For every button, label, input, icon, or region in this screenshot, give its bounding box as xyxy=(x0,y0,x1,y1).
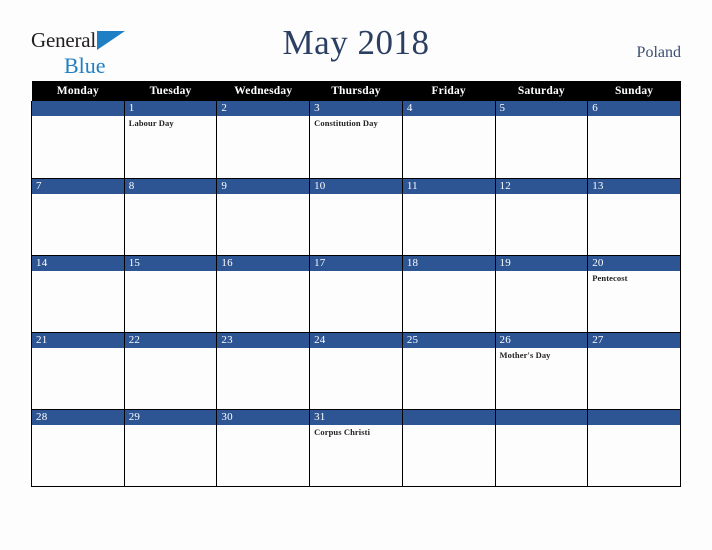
day-number: 7 xyxy=(32,178,124,194)
calendar-day-cell[interactable]: 15 xyxy=(123,255,218,333)
day-number: 22 xyxy=(124,332,217,348)
calendar-day-cell[interactable]: 25 xyxy=(401,332,496,410)
day-number: 19 xyxy=(495,255,588,271)
day-number: 24 xyxy=(310,332,402,348)
weekday-header-monday: Monday xyxy=(31,81,125,101)
day-number: 27 xyxy=(588,332,680,348)
day-number: 10 xyxy=(310,178,402,194)
calendar-week-row: 21 22 23 24 25 26 Mother's Day 27 xyxy=(31,332,681,410)
day-number: 28 xyxy=(32,409,124,425)
holiday-label: Pentecost xyxy=(592,272,628,283)
calendar-week-row: 28 29 30 31 Corpus Christi xyxy=(31,409,681,487)
day-number: 6 xyxy=(588,101,680,116)
day-number xyxy=(588,409,680,425)
calendar-day-cell[interactable]: 3 Constitution Day xyxy=(309,101,403,179)
calendar-day-cell[interactable]: 2 xyxy=(216,101,311,179)
day-number: 15 xyxy=(124,255,217,271)
weekday-header-wednesday: Wednesday xyxy=(216,81,310,101)
calendar-empty-cell[interactable] xyxy=(587,409,681,487)
calendar-day-cell[interactable]: 9 xyxy=(216,178,311,256)
calendar-day-cell[interactable]: 8 xyxy=(123,178,218,256)
calendar-day-cell[interactable]: 22 xyxy=(123,332,218,410)
day-number: 25 xyxy=(402,332,495,348)
day-number: 11 xyxy=(402,178,495,194)
country-label: Poland xyxy=(636,44,681,61)
calendar-day-cell[interactable]: 18 xyxy=(401,255,496,333)
day-number: 17 xyxy=(310,255,402,271)
calendar-day-cell[interactable]: 1 Labour Day xyxy=(123,101,218,179)
day-number xyxy=(495,409,588,425)
weekday-header-thursday: Thursday xyxy=(309,81,403,101)
holiday-label: Mother's Day xyxy=(499,349,551,360)
day-number: 12 xyxy=(495,178,588,194)
day-number: 30 xyxy=(217,409,310,425)
day-number: 4 xyxy=(402,101,495,116)
day-number: 29 xyxy=(124,409,217,425)
calendar-day-cell[interactable]: 10 xyxy=(309,178,403,256)
calendar-day-cell[interactable]: 21 xyxy=(31,332,125,410)
day-number: 18 xyxy=(402,255,495,271)
page-header: General Blue May 2018 Poland xyxy=(0,0,712,80)
weekday-header-tuesday: Tuesday xyxy=(124,81,217,101)
calendar-day-cell[interactable]: 5 xyxy=(494,101,589,179)
day-number: 14 xyxy=(32,255,124,271)
weekday-header-saturday: Saturday xyxy=(495,81,588,101)
day-number: 2 xyxy=(217,101,310,116)
day-number: 26 xyxy=(495,332,588,348)
calendar-day-cell[interactable]: 20 Pentecost xyxy=(587,255,681,333)
day-number xyxy=(32,101,124,116)
calendar-day-cell[interactable]: 16 xyxy=(216,255,311,333)
day-number xyxy=(402,409,495,425)
day-number: 21 xyxy=(32,332,124,348)
day-number: 8 xyxy=(124,178,217,194)
day-number: 1 xyxy=(124,101,217,116)
day-number: 3 xyxy=(310,101,402,116)
holiday-label: Corpus Christi xyxy=(314,426,371,437)
day-number: 31 xyxy=(310,409,402,425)
calendar-empty-cell[interactable] xyxy=(31,101,125,179)
holiday-label: Constitution Day xyxy=(314,118,378,128)
calendar-week-row: 14 15 16 17 18 19 20 Pentecost xyxy=(31,255,681,333)
day-number: 13 xyxy=(588,178,680,194)
calendar-week-row: 7 8 9 10 11 12 13 xyxy=(31,178,681,256)
calendar-day-cell[interactable]: 31 Corpus Christi xyxy=(309,409,403,487)
weekday-header-friday: Friday xyxy=(402,81,496,101)
calendar-weekday-header-row: Monday Tuesday Wednesday Thursday Friday Satu… xyxy=(31,81,681,101)
day-number: 23 xyxy=(217,332,310,348)
day-number: 16 xyxy=(217,255,310,271)
calendar-empty-cell[interactable] xyxy=(494,409,589,487)
calendar-day-cell[interactable]: 11 xyxy=(401,178,496,256)
calendar-day-cell[interactable]: 28 xyxy=(31,409,125,487)
calendar-day-cell[interactable]: 27 xyxy=(587,332,681,410)
page-title: May 2018 xyxy=(282,23,430,62)
holiday-label: Labour Day xyxy=(128,118,174,128)
calendar-body: 1 Labour Day 2 3 Constitution Day 4 5 6 7 8 9 10 11 1… xyxy=(31,101,681,487)
weekday-header-sunday: Sunday xyxy=(587,81,681,101)
calendar-day-cell[interactable]: 6 xyxy=(587,101,681,179)
calendar-day-cell[interactable]: 14 xyxy=(31,255,125,333)
calendar-day-cell[interactable]: 7 xyxy=(31,178,125,256)
calendar-page: General Blue May 2018 Poland Monday Tuesd… xyxy=(0,0,712,550)
day-number: 9 xyxy=(217,178,310,194)
calendar-day-cell[interactable]: 29 xyxy=(123,409,218,487)
calendar-grid: Monday Tuesday Wednesday Thursday Friday Satu… xyxy=(31,81,681,487)
calendar-day-cell[interactable]: 30 xyxy=(216,409,311,487)
calendar-day-cell[interactable]: 23 xyxy=(216,332,311,410)
calendar-day-cell[interactable]: 12 xyxy=(494,178,589,256)
calendar-empty-cell[interactable] xyxy=(401,409,496,487)
calendar-day-cell[interactable]: 19 xyxy=(494,255,589,333)
day-number: 20 xyxy=(588,255,680,271)
calendar-day-cell[interactable]: 26 Mother's Day xyxy=(494,332,589,410)
calendar-day-cell[interactable]: 17 xyxy=(309,255,403,333)
calendar-day-cell[interactable]: 4 xyxy=(401,101,496,179)
calendar-week-row: 1 Labour Day 2 3 Constitution Day 4 5 6 xyxy=(31,101,681,179)
calendar-day-cell[interactable]: 24 xyxy=(309,332,403,410)
day-number: 5 xyxy=(495,101,588,116)
calendar-day-cell[interactable]: 13 xyxy=(587,178,681,256)
